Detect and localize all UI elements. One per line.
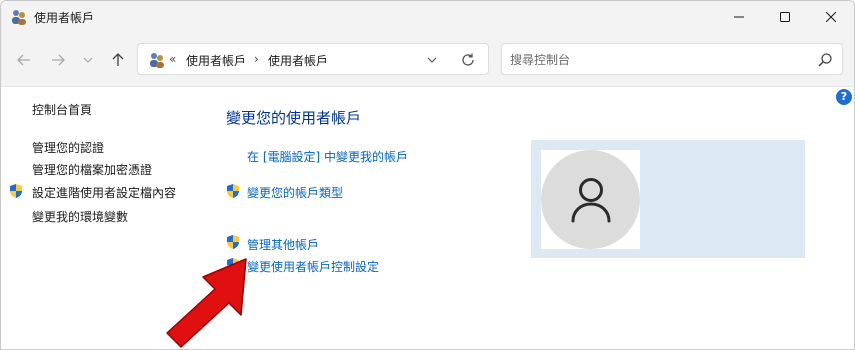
sidebar-item-environment-variables[interactable]: 變更我的環境變數 xyxy=(32,208,128,225)
close-icon xyxy=(826,12,836,22)
minimize-button[interactable] xyxy=(716,1,762,33)
breadcrumb-separator: › xyxy=(254,52,259,66)
search-input[interactable] xyxy=(510,50,800,70)
users-icon xyxy=(150,53,164,68)
window-title: 使用者帳戶 xyxy=(34,11,95,25)
recent-locations-button[interactable] xyxy=(75,47,101,73)
page-title: 變更您的使用者帳戶 xyxy=(226,109,362,127)
breadcrumb-overflow[interactable]: « xyxy=(169,52,176,66)
title-bar[interactable]: 使用者帳戶 xyxy=(1,1,854,33)
back-button[interactable] xyxy=(11,47,37,73)
sidebar-item-home[interactable]: 控制台首頁 xyxy=(32,101,92,118)
up-button[interactable] xyxy=(105,47,131,73)
sidebar-item-credentials[interactable]: 管理您的認證 xyxy=(32,139,104,156)
navigation-bar: « 使用者帳戶 › 使用者帳戶 xyxy=(1,33,854,87)
arrow-up-icon xyxy=(112,53,124,66)
minimize-icon xyxy=(734,16,744,18)
uac-shield-icon xyxy=(227,184,239,198)
user-picture-tile xyxy=(541,150,640,249)
chevron-down-icon xyxy=(83,57,93,63)
uac-settings-link[interactable]: 變更使用者帳戶控制設定 xyxy=(247,258,379,275)
maximize-button[interactable] xyxy=(762,1,808,33)
pc-settings-link[interactable]: 在 [電腦設定] 中變更我的帳戶 xyxy=(247,148,408,165)
breadcrumb-item[interactable]: 使用者帳戶 xyxy=(268,52,328,69)
breadcrumb-item[interactable]: 使用者帳戶 xyxy=(186,52,246,69)
address-bar[interactable]: « 使用者帳戶 › 使用者帳戶 xyxy=(137,43,489,75)
change-account-type-link[interactable]: 變更您的帳戶類型 xyxy=(247,184,343,201)
help-icon[interactable]: ? xyxy=(836,89,852,105)
maximize-icon xyxy=(780,12,790,22)
users-icon xyxy=(12,10,26,25)
red-arrow-annotation xyxy=(166,258,247,348)
uac-shield-icon xyxy=(10,184,22,198)
forward-button[interactable] xyxy=(45,47,71,73)
uac-shield-icon xyxy=(227,235,239,249)
search-icon[interactable] xyxy=(817,52,833,68)
search-box[interactable] xyxy=(501,43,843,75)
arrow-left-icon xyxy=(17,54,30,66)
arrow-right-icon xyxy=(52,54,65,66)
sidebar-item-advanced-profile[interactable]: 設定進階使用者設定檔內容 xyxy=(32,184,176,201)
control-panel-window: 使用者帳戶 « 使用者帳戶 › 使用者帳戶 搜尋控制台 ? 控制台首頁 管理您的… xyxy=(0,0,855,350)
refresh-icon[interactable] xyxy=(460,52,476,68)
user-avatar-icon xyxy=(571,178,611,223)
close-button[interactable] xyxy=(808,1,854,33)
sidebar-item-encryption-certificates[interactable]: 管理您的檔案加密憑證 xyxy=(32,161,152,178)
chevron-down-icon[interactable] xyxy=(425,53,439,67)
